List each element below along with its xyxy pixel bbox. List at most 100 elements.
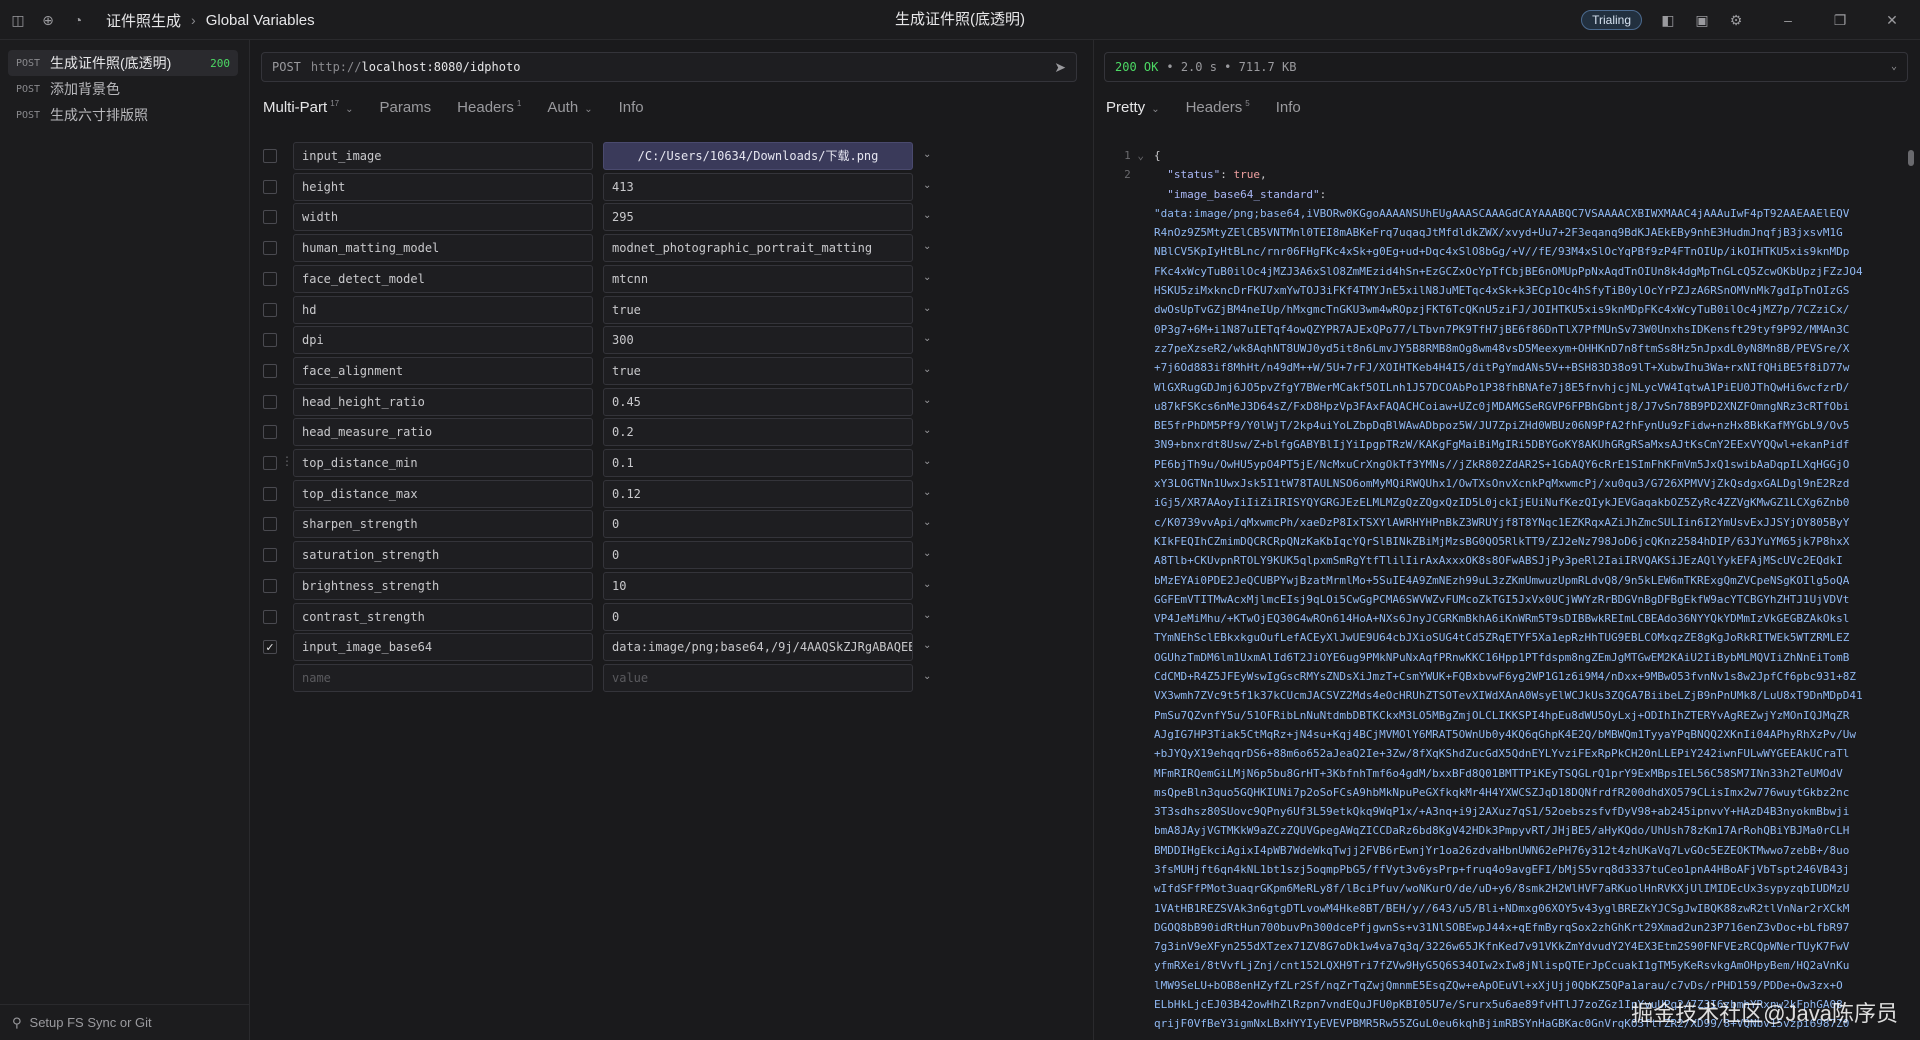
chevron-down-icon[interactable]: ⌄ [923, 272, 931, 283]
url-input[interactable]: http://localhost:8080/idphoto [311, 60, 1054, 74]
param-name-input[interactable]: head_measure_ratio [293, 418, 593, 447]
environment-selector[interactable]: Global Variables [206, 12, 315, 29]
chevron-down-icon[interactable]: ⌄ [923, 149, 931, 160]
new-param-name-input[interactable]: name [293, 663, 593, 692]
collection-icon[interactable]: ◔ [70, 12, 86, 28]
chevron-down-icon[interactable]: ⌄ [923, 425, 931, 436]
param-name-input[interactable]: input_image [293, 142, 593, 170]
sync-setup-button[interactable]: ⚲ Setup FS Sync or Git [0, 1004, 250, 1040]
add-icon[interactable]: ⊕ [40, 12, 56, 28]
param-checkbox[interactable] [263, 609, 277, 624]
sidebar-toggle-icon[interactable]: ◫ [10, 12, 26, 28]
param-value-input[interactable]: 10 [603, 571, 913, 600]
param-value-input[interactable]: true [603, 295, 913, 324]
breadcrumb-collection[interactable]: 证件照生成 [106, 10, 181, 31]
param-value-input[interactable]: 0.2 [603, 418, 913, 447]
param-name-input[interactable]: contrast_strength [293, 602, 593, 631]
chevron-down-icon[interactable]: ⌄ [923, 364, 931, 375]
fold-icon[interactable]: ⌄ [1137, 149, 1144, 162]
minimize-icon[interactable]: – [1780, 12, 1796, 28]
tab-pretty[interactable]: Pretty ⌄ [1106, 99, 1160, 116]
tab-body[interactable]: Multi-Part 17 ⌄ [263, 99, 353, 116]
param-name-input[interactable]: height [293, 172, 593, 201]
tab-info[interactable]: Info [619, 99, 644, 116]
chevron-down-icon[interactable]: ⌄ [923, 303, 931, 314]
param-value-input[interactable]: 413 [603, 172, 913, 201]
param-value-input[interactable]: 0 [603, 510, 913, 539]
param-name-input[interactable]: human_matting_model [293, 234, 593, 263]
param-name-input[interactable]: saturation_strength [293, 541, 593, 570]
url-bar[interactable]: POST http://localhost:8080/idphoto ➤ [261, 52, 1077, 82]
param-value-input[interactable]: 0.1 [603, 449, 913, 477]
param-name-input[interactable]: width [293, 203, 593, 232]
sidebar-item-request-2[interactable]: POST 添加背景色 [8, 76, 238, 102]
param-name-input[interactable]: face_detect_model [293, 264, 593, 293]
scrollbar[interactable] [1908, 150, 1914, 166]
param-checkbox[interactable]: ✓ [263, 640, 277, 655]
param-name-input[interactable]: top_distance_max [293, 479, 593, 508]
tab-response-headers[interactable]: Headers 5 [1186, 99, 1250, 116]
chevron-down-icon[interactable]: ⌄ [923, 241, 931, 252]
terminal-icon[interactable]: ▣ [1694, 12, 1710, 28]
chevron-down-icon[interactable]: ⌄ [923, 456, 931, 467]
param-file-value[interactable]: /C:/Users/10634/Downloads/下载.png [603, 142, 913, 170]
param-value-input[interactable]: 0 [603, 541, 913, 570]
restore-icon[interactable]: ❐ [1832, 12, 1848, 28]
param-name-input[interactable]: dpi [293, 326, 593, 355]
sidebar-item-request-3[interactable]: POST 生成六寸排版照 [8, 102, 238, 128]
new-param-value-input[interactable]: value [603, 663, 913, 692]
response-body[interactable]: 1 ⌄ 2 { "status": true, "image_base64_st… [1104, 146, 1904, 1036]
param-name-input[interactable]: brightness_strength [293, 571, 593, 600]
tab-auth[interactable]: Auth ⌄ [547, 99, 592, 116]
chevron-down-icon[interactable]: ⌄ [923, 180, 931, 191]
send-icon[interactable]: ➤ [1054, 59, 1066, 76]
param-value-input[interactable]: modnet_photographic_portrait_matting [603, 234, 913, 263]
param-name-input[interactable]: sharpen_strength [293, 510, 593, 539]
chevron-down-icon[interactable]: ⌄ [923, 671, 931, 682]
param-value-input[interactable]: 295 [603, 203, 913, 232]
param-value-input[interactable]: data:image/png;base64,/9j/4AAQSkZJRgABAQ… [603, 633, 913, 662]
param-checkbox[interactable] [263, 394, 277, 409]
param-value-input[interactable]: mtcnn [603, 264, 913, 293]
close-icon[interactable]: ✕ [1884, 12, 1900, 28]
param-checkbox[interactable] [263, 179, 277, 194]
param-checkbox[interactable] [263, 302, 277, 317]
drag-handle-icon[interactable]: ⋮ [281, 454, 293, 468]
chevron-down-icon[interactable]: ⌄ [1891, 61, 1897, 72]
chevron-down-icon[interactable]: ⌄ [923, 548, 931, 559]
param-value-input[interactable]: true [603, 356, 913, 385]
param-value-input[interactable]: 0.12 [603, 479, 913, 508]
param-value-input[interactable]: 300 [603, 326, 913, 355]
param-checkbox[interactable] [263, 548, 277, 563]
param-name-input[interactable]: head_height_ratio [293, 387, 593, 416]
param-checkbox[interactable] [263, 517, 277, 532]
param-name-input[interactable]: hd [293, 295, 593, 324]
param-value-input[interactable]: 0.45 [603, 387, 913, 416]
chevron-down-icon[interactable]: ⌄ [923, 487, 931, 498]
param-value-input[interactable]: 0 [603, 602, 913, 631]
param-checkbox[interactable] [263, 271, 277, 286]
chevron-down-icon[interactable]: ⌄ [923, 517, 931, 528]
tab-headers[interactable]: Headers 1 [457, 99, 521, 116]
param-name-input[interactable]: input_image_base64 [293, 633, 593, 662]
trial-badge[interactable]: Trialing [1581, 10, 1642, 30]
param-checkbox[interactable] [263, 149, 277, 163]
param-checkbox[interactable] [263, 363, 277, 378]
tab-params[interactable]: Params [379, 99, 431, 116]
param-name-input[interactable]: face_alignment [293, 356, 593, 385]
chevron-down-icon[interactable]: ⌄ [923, 395, 931, 406]
param-checkbox[interactable] [263, 486, 277, 501]
layout-icon[interactable]: ◧ [1660, 12, 1676, 28]
chevron-down-icon[interactable]: ⌄ [923, 640, 931, 651]
param-checkbox[interactable] [263, 241, 277, 256]
param-checkbox[interactable] [263, 333, 277, 348]
param-name-input[interactable]: top_distance_min [293, 449, 593, 477]
param-checkbox[interactable] [263, 210, 277, 225]
param-checkbox[interactable] [263, 456, 277, 470]
chevron-down-icon[interactable]: ⌄ [923, 610, 931, 621]
chevron-down-icon[interactable]: ⌄ [923, 333, 931, 344]
param-checkbox[interactable] [263, 425, 277, 440]
param-checkbox[interactable] [263, 578, 277, 593]
gear-icon[interactable]: ⚙ [1728, 12, 1744, 28]
chevron-down-icon[interactable]: ⌄ [923, 210, 931, 221]
